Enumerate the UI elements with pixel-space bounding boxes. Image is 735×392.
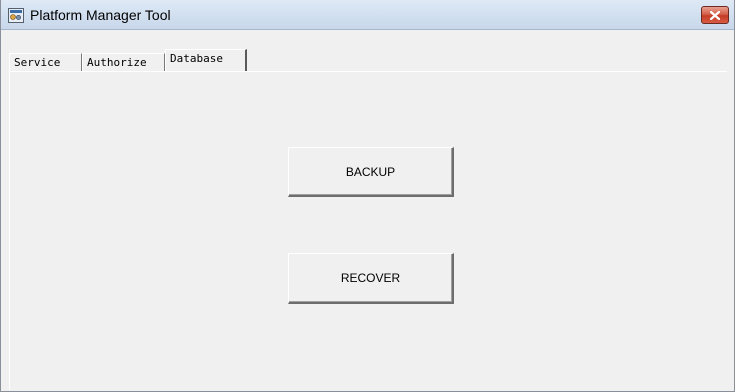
title-bar[interactable]: Platform Manager Tool <box>1 0 734 30</box>
tab-strip: Service Authorize Database <box>9 48 729 72</box>
tab-authorize[interactable]: Authorize <box>82 53 165 71</box>
recover-button[interactable]: RECOVER <box>288 253 454 304</box>
tab-database[interactable]: Database <box>165 49 247 71</box>
tab-panel-border <box>9 72 10 390</box>
window-title: Platform Manager Tool <box>30 7 171 23</box>
close-icon <box>710 10 720 20</box>
tab-service[interactable]: Service <box>9 53 82 71</box>
tab-divider <box>9 71 727 72</box>
app-icon <box>8 8 24 23</box>
close-button[interactable] <box>701 6 729 24</box>
app-window: Platform Manager Tool Service Authorize … <box>0 0 735 392</box>
backup-button[interactable]: BACKUP <box>288 147 454 197</box>
